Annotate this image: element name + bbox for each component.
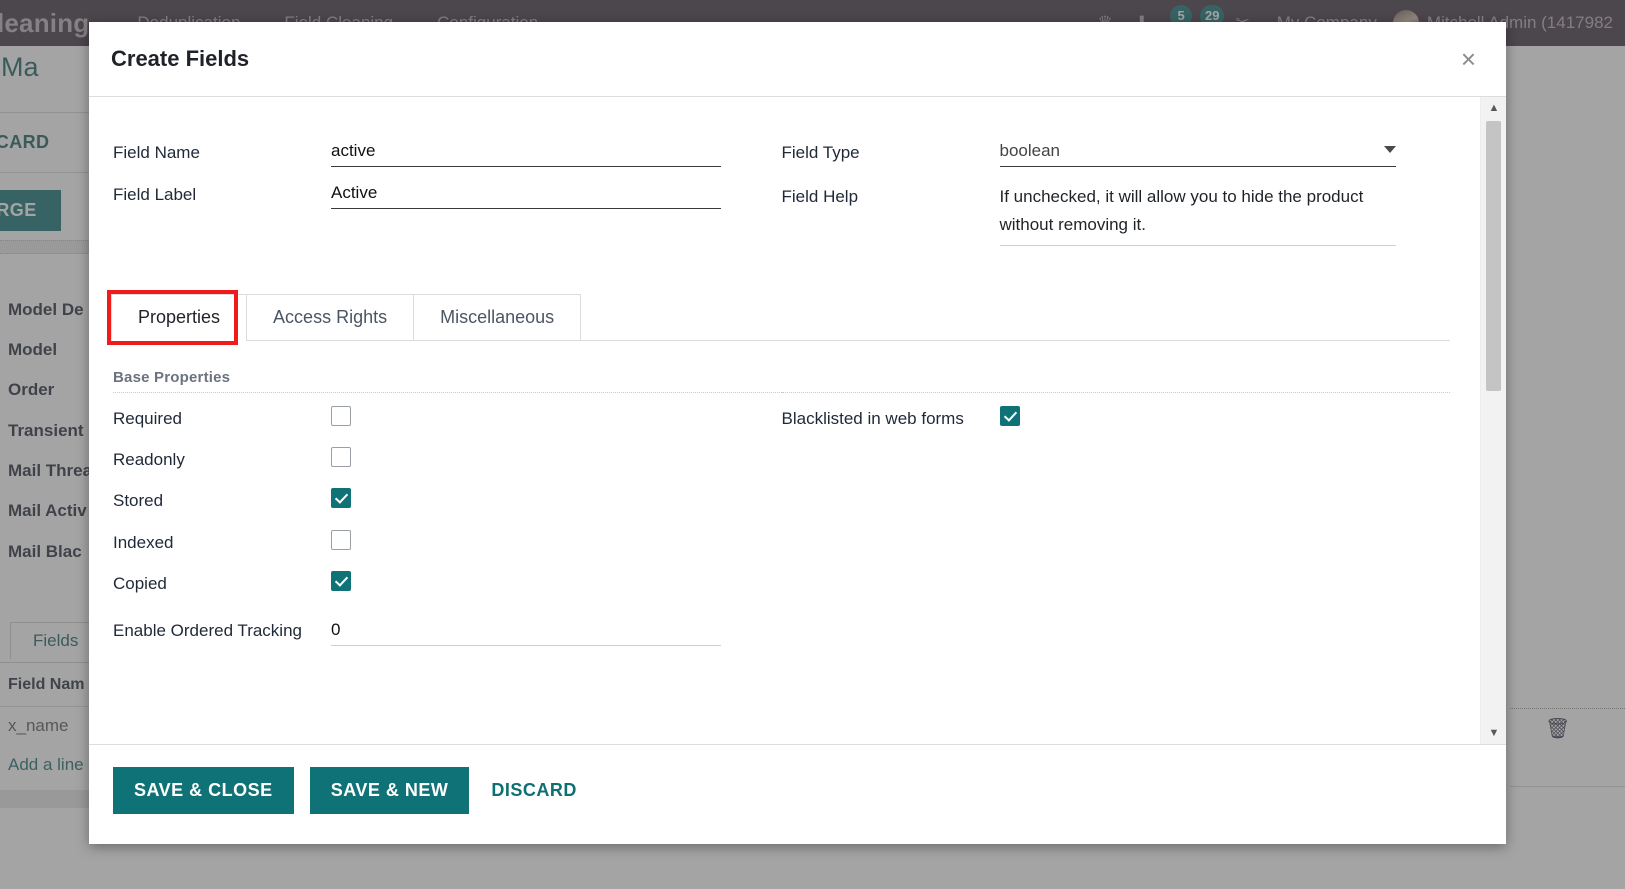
indexed-label: Indexed bbox=[113, 532, 174, 552]
close-icon[interactable]: × bbox=[1453, 42, 1484, 76]
field-help-textarea[interactable]: If unchecked, it will allow you to hide … bbox=[999, 183, 1396, 247]
blacklisted-in-web-forms-value bbox=[999, 403, 1451, 431]
readonly-value bbox=[331, 444, 782, 472]
field-type-label: Field Type bbox=[781, 143, 860, 162]
indexed-checkbox[interactable] bbox=[331, 529, 351, 550]
required-label: Required bbox=[113, 409, 182, 429]
field-help-value: If unchecked, it will allow you to hide … bbox=[999, 175, 1451, 247]
properties-left-column: Base Properties Required Readonly Stored… bbox=[113, 369, 782, 658]
copied-label: Copied bbox=[113, 573, 167, 593]
field-help-row: Field Help If unchecked, it will allow y… bbox=[781, 175, 1451, 247]
dialog-footer: SAVE & CLOSE SAVE & NEW DISCARD bbox=[89, 744, 1506, 844]
enable-ordered-tracking-value bbox=[331, 615, 782, 646]
chevron-down-icon bbox=[1383, 146, 1396, 153]
field-label-input[interactable] bbox=[331, 181, 721, 209]
property-row-ordered-tracking: Enable Ordered Tracking bbox=[113, 615, 782, 646]
field-label-label: Field Label bbox=[113, 185, 197, 204]
tab-miscellaneous[interactable]: Miscellaneous bbox=[413, 294, 582, 342]
property-row-blacklisted: Blacklisted in web forms bbox=[782, 403, 1451, 432]
create-fields-dialog: Create Fields × Field Name Field Label bbox=[89, 22, 1506, 844]
property-row-stored: Stored bbox=[113, 485, 782, 514]
discard-button[interactable]: DISCARD bbox=[485, 767, 583, 814]
right-section-title-spacer bbox=[782, 369, 1451, 392]
stored-label: Stored bbox=[113, 491, 164, 511]
base-properties-rule bbox=[113, 392, 782, 394]
stored-checkbox[interactable] bbox=[331, 488, 351, 509]
field-type-selected-value: boolean bbox=[999, 141, 1061, 160]
tabs-container: Properties Access Rights Miscellaneous bbox=[107, 290, 1450, 346]
base-properties-title: Base Properties bbox=[113, 369, 231, 387]
tab-properties[interactable]: Properties bbox=[111, 294, 248, 342]
field-type-row: Field Type boolean bbox=[782, 131, 1451, 167]
enable-ordered-tracking-input[interactable] bbox=[331, 618, 721, 646]
copied-value bbox=[331, 568, 782, 596]
stored-value bbox=[331, 485, 782, 513]
property-row-indexed: Indexed bbox=[113, 527, 782, 556]
scroll-up-arrow-icon[interactable]: ▲ bbox=[1481, 97, 1506, 119]
right-section-rule bbox=[781, 392, 1450, 394]
dialog-scrollbar[interactable]: ▲ ▼ bbox=[1480, 97, 1506, 744]
field-label-value bbox=[331, 173, 782, 209]
next-section-partial bbox=[89, 658, 1480, 701]
blacklisted-in-web-forms-checkbox[interactable] bbox=[999, 406, 1020, 427]
form-left-column: Field Name Field Label bbox=[113, 131, 782, 252]
tab-list: Properties Access Rights Miscellaneous bbox=[111, 294, 1450, 342]
properties-right-column: Blacklisted in web forms bbox=[781, 369, 1451, 658]
scrollbar-thumb[interactable] bbox=[1486, 121, 1501, 391]
blacklisted-in-web-forms-label: Blacklisted in web forms bbox=[781, 409, 964, 429]
field-type-select[interactable]: boolean bbox=[999, 139, 1396, 167]
indexed-value bbox=[331, 527, 782, 555]
form-right-column: Field Type boolean Field Help If uncheck… bbox=[782, 131, 1451, 252]
field-name-row: Field Name bbox=[113, 131, 782, 167]
field-name-value bbox=[331, 131, 782, 167]
form-top-section: Field Name Field Label Field bbox=[89, 97, 1480, 252]
field-label-row: Field Label bbox=[113, 173, 782, 209]
property-row-copied: Copied bbox=[113, 568, 782, 597]
required-value bbox=[331, 403, 782, 431]
readonly-checkbox[interactable] bbox=[331, 447, 351, 468]
dialog-title: Create Fields bbox=[111, 46, 250, 71]
required-checkbox[interactable] bbox=[331, 406, 351, 427]
field-name-input[interactable] bbox=[331, 139, 721, 167]
property-row-required: Required bbox=[113, 403, 782, 432]
field-name-label: Field Name bbox=[113, 143, 200, 162]
field-type-value: boolean bbox=[999, 131, 1451, 167]
field-help-label: Field Help bbox=[781, 187, 859, 206]
save-and-new-button[interactable]: SAVE & NEW bbox=[309, 767, 470, 814]
dialog-header: Create Fields × bbox=[89, 22, 1506, 97]
readonly-label: Readonly bbox=[113, 450, 185, 470]
enable-ordered-tracking-label: Enable Ordered Tracking bbox=[113, 621, 302, 640]
properties-pane: Base Properties Required Readonly Stored… bbox=[89, 341, 1480, 658]
copied-checkbox[interactable] bbox=[331, 570, 351, 591]
dialog-scroll-area: Field Name Field Label Field bbox=[89, 97, 1480, 744]
scroll-down-arrow-icon[interactable]: ▼ bbox=[1481, 722, 1506, 744]
dialog-body: Field Name Field Label Field bbox=[89, 97, 1506, 744]
property-row-readonly: Readonly bbox=[113, 444, 782, 473]
tab-access-rights[interactable]: Access Rights bbox=[246, 294, 415, 342]
save-and-close-button[interactable]: SAVE & CLOSE bbox=[113, 767, 294, 814]
